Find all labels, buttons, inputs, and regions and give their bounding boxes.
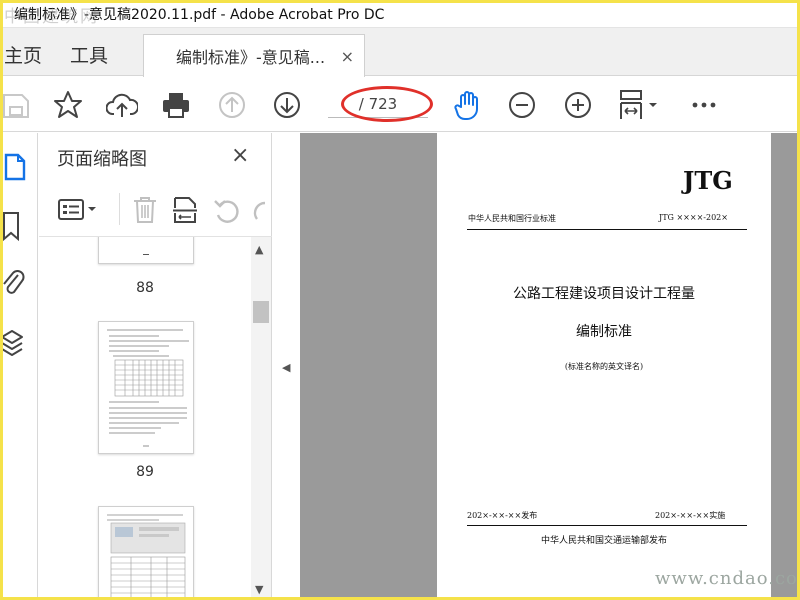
doc-implement-date: 202×-××-××实施	[655, 511, 726, 520]
highlight-ellipse	[341, 86, 433, 122]
scroll-up-icon[interactable]: ▲	[255, 243, 263, 256]
thumbnail-pane-close-button[interactable]: ×	[231, 143, 249, 168]
tab-document-label: 编制标准》-意见稿...	[176, 48, 326, 67]
zoom-out-icon[interactable]	[506, 89, 538, 121]
document-view[interactable]: JTG 中华人民共和国行业标准 JTG ××××-202× 公路工程建设项目设计…	[300, 133, 800, 600]
thumbnail-pane-title: 页面缩略图	[57, 149, 147, 170]
thumbnail-page[interactable]	[98, 321, 194, 454]
layers-icon[interactable]	[0, 325, 30, 359]
zoom-in-icon[interactable]	[562, 89, 594, 121]
rotate-left-icon[interactable]	[212, 195, 240, 225]
doc-publish-date: 202×-××-××发布	[467, 511, 538, 520]
doc-standard-code: JTG ××××-202×	[659, 213, 728, 222]
tab-bar: 主页 工具 编制标准》-意见稿... ×	[0, 28, 800, 77]
scrollbar-thumb[interactable]	[253, 301, 269, 323]
doc-industry-standard: 中华人民共和国行业标准	[468, 214, 556, 223]
page-up-icon[interactable]	[216, 89, 248, 121]
save-icon[interactable]	[0, 89, 32, 121]
extract-page-icon[interactable]	[171, 195, 199, 225]
title-watermark: 中国建筑网	[4, 7, 99, 27]
hand-tool-icon[interactable]	[452, 89, 484, 121]
doc-bottom-rule	[467, 525, 747, 526]
navigation-rail	[0, 133, 38, 600]
doc-code-big: JTG	[683, 166, 733, 195]
page-down-icon[interactable]	[271, 89, 303, 121]
doc-english-name: (标准名称的英文译名)	[564, 362, 644, 371]
doc-top-rule	[467, 229, 747, 230]
thumbnail-list: 88 89	[39, 237, 251, 600]
attachments-icon[interactable]	[0, 267, 30, 301]
tab-tools[interactable]: 工具	[70, 41, 108, 68]
main-toolbar: / 723	[0, 77, 800, 132]
tab-home[interactable]: 主页	[4, 41, 42, 68]
thumbnail-page[interactable]	[98, 237, 194, 264]
thumbnail-page-number: 89	[136, 464, 154, 480]
delete-page-icon[interactable]	[131, 195, 159, 225]
window-titlebar: 中国建筑网 编制标准》-意见稿2020.11.pdf - Adobe Acrob…	[0, 0, 800, 28]
thumbnail-pane: 页面缩略图 × 88 89 ▲ ▼	[39, 133, 272, 600]
page-fit-icon[interactable]	[618, 89, 662, 121]
print-icon[interactable]	[160, 89, 192, 121]
thumbnail-scrollbar[interactable]: ▲ ▼	[251, 237, 271, 600]
rotate-right-icon[interactable]	[251, 195, 271, 225]
more-icon[interactable]	[688, 89, 720, 121]
tab-document[interactable]: 编制标准》-意见稿... ×	[143, 34, 365, 77]
tab-close-button[interactable]: ×	[341, 47, 354, 66]
thumbnail-page-number: 88	[136, 280, 154, 296]
bookmark-star-icon[interactable]	[52, 89, 84, 121]
thumbnail-page[interactable]	[98, 506, 194, 600]
site-watermark: www.cndao.co	[655, 568, 798, 589]
bookmarks-icon[interactable]	[0, 209, 30, 243]
doc-title-line1: 公路工程建设项目设计工程量	[513, 286, 695, 302]
document-page: JTG 中华人民共和国行业标准 JTG ××××-202× 公路工程建设项目设计…	[437, 133, 771, 600]
doc-title-line2: 编制标准	[576, 324, 632, 340]
pane-collapse-strip[interactable]: ◀	[273, 133, 299, 600]
upload-cloud-icon[interactable]	[106, 89, 138, 121]
collapse-left-icon[interactable]: ◀	[282, 361, 290, 374]
thumbnail-toolbar	[39, 183, 272, 237]
doc-issuer: 中华人民共和国交通运输部发布	[540, 536, 667, 546]
page-thumbnails-icon[interactable]	[0, 151, 30, 185]
scroll-down-icon[interactable]: ▼	[255, 583, 263, 596]
thumbnail-options-icon[interactable]	[57, 197, 101, 223]
